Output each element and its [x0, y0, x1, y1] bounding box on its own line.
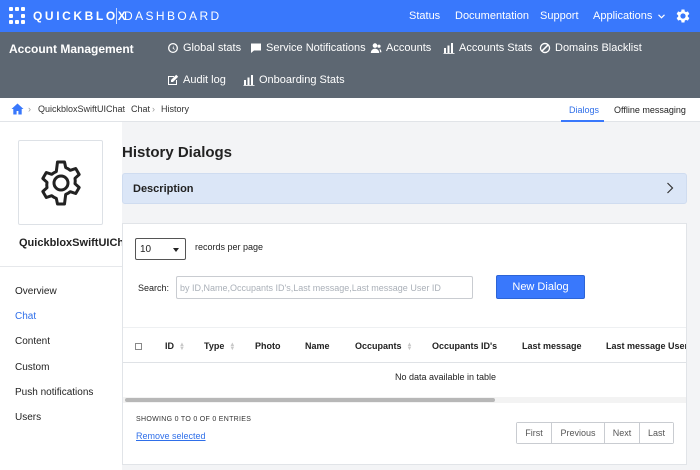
column-occupants[interactable]: Occupants ▲ ▼: [355, 341, 413, 352]
first-page-button[interactable]: First: [517, 423, 552, 443]
applications-dropdown[interactable]: Applications: [593, 10, 666, 22]
status-link[interactable]: Status: [409, 10, 440, 22]
breadcrumb-app[interactable]: QuickbloxSwiftUIChat: [38, 104, 125, 114]
audit-log-link[interactable]: Audit log: [167, 74, 226, 86]
breadcrumb-history: History: [161, 104, 190, 114]
support-link[interactable]: Support: [540, 10, 579, 22]
app-name: QuickbloxSwiftUIChat: [19, 237, 122, 249]
column-id-label: ID: [165, 341, 174, 351]
search-input[interactable]: [176, 276, 473, 299]
sidebar-divider: [0, 266, 122, 267]
page-size-select[interactable]: 10: [135, 238, 186, 260]
brand-divider: [116, 8, 117, 24]
global-stats-label: Global stats: [183, 42, 242, 54]
global-stats-link[interactable]: Global stats: [167, 42, 241, 54]
sidebar-item-custom[interactable]: Custom: [15, 362, 49, 373]
quickblox-logo-icon[interactable]: [9, 7, 27, 25]
gauge-icon: [168, 43, 178, 53]
top-bar: QUICKBLOX DASHBOARD Status Documentation…: [0, 0, 700, 32]
column-id[interactable]: ID ▲ ▼: [165, 341, 185, 352]
sidebar-item-overview[interactable]: Overview: [15, 286, 57, 297]
entries-count: SHOWING 0 TO 0 OF 0 ENTRIES: [136, 416, 252, 423]
sidebar: QuickbloxSwiftUIChat Overview Chat Conte…: [0, 122, 122, 470]
accounts-stats-link[interactable]: Accounts Stats: [443, 42, 532, 54]
onboarding-stats-label: Onboarding Stats: [259, 74, 345, 86]
column-photo: Photo: [255, 341, 281, 351]
horizontal-scrollbar[interactable]: [123, 397, 686, 403]
description-label: Description: [133, 183, 194, 195]
active-tab-indicator: [561, 120, 604, 122]
chevron-right-icon: ›: [152, 104, 155, 114]
breadcrumb: › QuickbloxSwiftUIChat › Chat › History …: [0, 98, 700, 122]
caret-down-icon: [173, 248, 179, 252]
edit-icon: [168, 74, 179, 85]
block-icon: [539, 42, 551, 54]
domains-blacklist-link[interactable]: Domains Blacklist: [539, 42, 642, 54]
bar-chart-icon: [243, 75, 255, 86]
tab-dialogs[interactable]: Dialogs: [569, 105, 599, 115]
description-accordion[interactable]: Description: [122, 173, 687, 204]
sort-icon: ▲ ▼: [179, 341, 185, 352]
column-last-message-user-id[interactable]: Last message User ID: [606, 341, 686, 351]
table-header: ID ▲ ▼ Type ▲ ▼ Photo Name Occupants ▲ ▼ Occup…: [123, 327, 686, 363]
chevron-right-icon: ›: [28, 104, 31, 114]
pagination: First Previous Next Last: [516, 422, 674, 444]
column-occupants-label: Occupants: [355, 341, 402, 351]
sidebar-item-users[interactable]: Users: [15, 412, 41, 423]
search-label: Search:: [138, 283, 170, 293]
accounts-link[interactable]: Accounts: [370, 42, 431, 54]
accounts-label: Accounts: [386, 42, 432, 54]
account-management-title: Account Management: [9, 42, 134, 56]
gear-icon[interactable]: [674, 7, 692, 25]
page-title: History Dialogs: [122, 144, 233, 161]
brand-section: DASHBOARD: [124, 9, 222, 23]
audit-log-label: Audit log: [183, 74, 226, 86]
domains-blacklist-label: Domains Blacklist: [555, 42, 642, 54]
column-last-message[interactable]: Last message: [522, 341, 582, 351]
sort-icon: ▲ ▼: [229, 341, 236, 352]
chevron-right-icon: [667, 182, 674, 194]
select-all-checkbox[interactable]: [135, 343, 142, 350]
breadcrumb-chat[interactable]: Chat: [131, 104, 150, 114]
next-page-button[interactable]: Next: [605, 423, 640, 443]
users-icon: [370, 43, 382, 53]
sidebar-item-push-notifications[interactable]: Push notifications: [15, 387, 93, 398]
account-management-bar: Account Management Global stats Service …: [0, 32, 700, 98]
sidebar-item-chat[interactable]: Chat: [15, 311, 36, 322]
documentation-link[interactable]: Documentation: [455, 10, 529, 22]
home-icon[interactable]: [11, 103, 24, 115]
applications-label: Applications: [593, 10, 653, 22]
app-avatar: [18, 140, 103, 225]
dialogs-table-card: 10 records per page Search: New Dialog I…: [122, 223, 687, 465]
sidebar-item-content[interactable]: Content: [15, 336, 50, 347]
service-notifications-link[interactable]: Service Notifications: [250, 42, 366, 54]
new-dialog-button[interactable]: New Dialog: [496, 275, 585, 299]
brand-name: QUICKBLOX: [33, 9, 129, 23]
scrollbar-thumb[interactable]: [125, 398, 495, 402]
column-type-label: Type: [204, 341, 225, 351]
chevron-right-icon: ›: [122, 104, 125, 114]
accounts-stats-label: Accounts Stats: [459, 42, 533, 54]
chat-icon: [251, 43, 261, 53]
records-per-page-label: records per page: [195, 242, 264, 252]
gear-icon: [41, 160, 81, 206]
column-type[interactable]: Type ▲ ▼: [204, 341, 236, 352]
service-notifications-label: Service Notifications: [266, 42, 366, 54]
last-page-button[interactable]: Last: [640, 423, 673, 443]
chevron-down-icon: [658, 13, 666, 19]
tab-offline-messaging[interactable]: Offline messaging: [614, 105, 686, 115]
onboarding-stats-link[interactable]: Onboarding Stats: [243, 74, 345, 86]
column-name[interactable]: Name: [305, 341, 330, 351]
empty-table-message: No data available in table: [394, 372, 497, 382]
bar-chart-icon: [443, 43, 455, 54]
column-occupants-ids[interactable]: Occupants ID's: [432, 341, 497, 351]
remove-selected-link[interactable]: Remove selected: [136, 431, 206, 441]
previous-page-button[interactable]: Previous: [552, 423, 605, 443]
sort-icon: ▲ ▼: [406, 341, 413, 352]
page-size-value: 10: [140, 244, 152, 255]
